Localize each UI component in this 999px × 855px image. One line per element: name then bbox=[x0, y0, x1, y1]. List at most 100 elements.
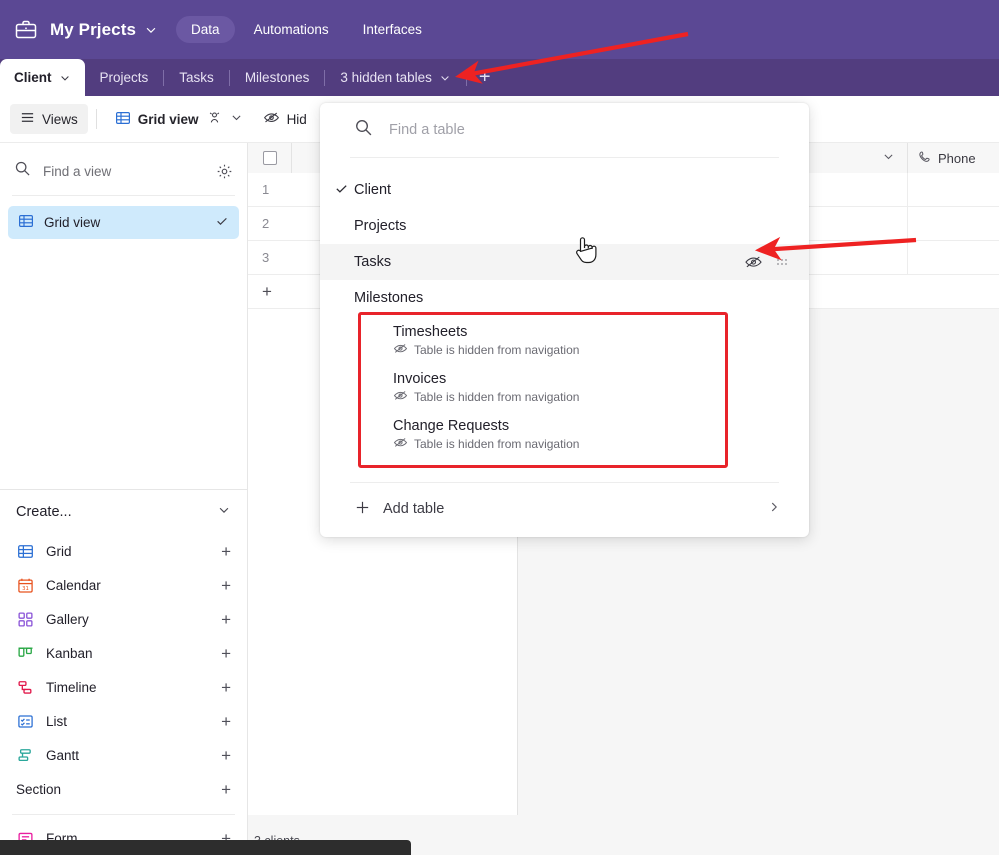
hidden-table-timesheets-note: Table is hidden from navigation bbox=[393, 342, 725, 358]
table-option-client-label: Client bbox=[354, 182, 392, 198]
create-section-header[interactable]: Create... bbox=[0, 490, 247, 534]
tab-interfaces[interactable]: Interfaces bbox=[348, 16, 437, 43]
chevron-down-icon[interactable] bbox=[217, 503, 231, 521]
create-section-item[interactable]: Section + bbox=[0, 772, 247, 806]
eye-off-icon bbox=[393, 342, 408, 358]
create-view-list[interactable]: List + bbox=[0, 704, 247, 738]
hidden-note-text: Table is hidden from navigation bbox=[414, 343, 580, 358]
table-option-tasks-label: Tasks bbox=[354, 254, 392, 270]
chevron-down-icon[interactable] bbox=[59, 72, 71, 84]
chevron-down-icon[interactable] bbox=[439, 72, 451, 84]
create-section-label: Create... bbox=[16, 504, 72, 520]
hidden-table-timesheets-label: Timesheets bbox=[393, 324, 468, 340]
add-grid-view-button[interactable]: + bbox=[221, 543, 231, 560]
grid-cell[interactable] bbox=[908, 207, 999, 241]
hidden-note-text: Table is hidden from navigation bbox=[414, 390, 580, 405]
hidden-tables-tab[interactable]: 3 hidden tables bbox=[325, 59, 466, 96]
add-record-button[interactable]: + bbox=[248, 275, 292, 309]
table-tab-strip: Client Projects Tasks Milestones 3 hidde… bbox=[0, 59, 999, 96]
current-view-label: Grid view bbox=[137, 111, 199, 127]
table-tab-milestones[interactable]: Milestones bbox=[230, 59, 325, 96]
svg-text:31: 31 bbox=[22, 585, 29, 591]
create-view-kanban[interactable]: Kanban + bbox=[0, 636, 247, 670]
add-timeline-view-button[interactable]: + bbox=[221, 679, 231, 696]
table-tab-tasks[interactable]: Tasks bbox=[164, 59, 229, 96]
plus-icon bbox=[354, 499, 371, 520]
hidden-note-text: Table is hidden from navigation bbox=[414, 437, 580, 452]
row-number: 1 bbox=[248, 173, 292, 207]
grid-icon bbox=[115, 110, 131, 129]
table-option-client[interactable]: Client bbox=[320, 172, 809, 208]
more-dots-icon[interactable] bbox=[777, 259, 787, 265]
table-picker-popup: Client Projects Tasks Milestones bbox=[320, 103, 809, 537]
chevron-down-icon[interactable] bbox=[882, 150, 895, 166]
views-button-label: Views bbox=[42, 111, 78, 127]
top-app-bar: My Prjects Data Automations Interfaces bbox=[0, 0, 999, 59]
eye-off-icon bbox=[393, 436, 408, 452]
sidebar-item-grid-view[interactable]: Grid view bbox=[8, 206, 239, 239]
create-view-gantt[interactable]: Gantt + bbox=[0, 738, 247, 772]
create-view-gallery[interactable]: Gallery + bbox=[0, 602, 247, 636]
table-option-milestones[interactable]: Milestones bbox=[320, 280, 809, 316]
table-option-tasks[interactable]: Tasks bbox=[320, 244, 809, 280]
grid-cell[interactable] bbox=[908, 241, 999, 275]
add-table-tab-button[interactable]: + bbox=[467, 59, 503, 96]
add-gallery-view-button[interactable]: + bbox=[221, 611, 231, 628]
bottom-dark-bar bbox=[0, 840, 411, 855]
create-view-grid-label: Grid bbox=[46, 543, 72, 559]
table-option-projects[interactable]: Projects bbox=[320, 208, 809, 244]
grid-column-phone[interactable]: Phone bbox=[908, 143, 999, 173]
add-gantt-view-button[interactable]: + bbox=[221, 747, 231, 764]
add-table-button-label: Add table bbox=[383, 501, 445, 517]
hidden-tables-tab-label: 3 hidden tables bbox=[340, 70, 432, 85]
select-all-checkbox[interactable] bbox=[248, 143, 292, 173]
eye-off-icon bbox=[263, 110, 280, 128]
add-table-button[interactable]: Add table bbox=[320, 483, 809, 535]
eye-off-icon[interactable] bbox=[744, 254, 763, 270]
create-view-kanban-label: Kanban bbox=[46, 645, 93, 661]
create-section-item-label: Section bbox=[16, 781, 62, 797]
chevron-down-icon[interactable] bbox=[144, 23, 158, 37]
hidden-table-invoices[interactable]: Invoices Table is hidden from navigation bbox=[393, 370, 725, 405]
grid-cell[interactable] bbox=[908, 173, 999, 207]
chevron-right-icon[interactable] bbox=[767, 500, 781, 518]
grid-icon bbox=[16, 542, 34, 560]
hide-fields-label: Hid bbox=[286, 111, 307, 127]
toolbar-divider bbox=[95, 109, 97, 129]
search-icon bbox=[14, 160, 31, 182]
page-title: My Prjects bbox=[50, 19, 137, 39]
add-section-button[interactable]: + bbox=[221, 781, 231, 798]
find-view-row bbox=[0, 147, 247, 195]
grid-cell bbox=[908, 275, 999, 309]
table-search-input[interactable] bbox=[387, 121, 777, 139]
phone-icon bbox=[918, 150, 932, 167]
hidden-tables-highlight-box: Timesheets Table is hidden from navigati… bbox=[358, 312, 728, 468]
find-view-input[interactable] bbox=[41, 162, 171, 180]
hidden-table-change-requests-note: Table is hidden from navigation bbox=[393, 436, 725, 452]
hamburger-icon bbox=[20, 110, 35, 128]
hidden-table-timesheets[interactable]: Timesheets Table is hidden from navigati… bbox=[393, 323, 725, 358]
check-icon bbox=[215, 214, 229, 231]
create-view-gallery-label: Gallery bbox=[46, 611, 89, 627]
list-icon bbox=[16, 712, 34, 730]
checkbox-icon bbox=[262, 151, 277, 165]
hidden-table-change-requests[interactable]: Change Requests Table is hidden from nav… bbox=[393, 417, 725, 452]
briefcase-icon bbox=[14, 18, 38, 42]
tab-data[interactable]: Data bbox=[176, 16, 235, 43]
current-view-button[interactable]: Grid view bbox=[105, 104, 253, 134]
chevron-down-icon[interactable] bbox=[230, 111, 243, 127]
hide-fields-button[interactable]: Hid bbox=[253, 104, 317, 134]
gear-icon[interactable] bbox=[216, 163, 233, 180]
tab-automations[interactable]: Automations bbox=[239, 16, 344, 43]
add-list-view-button[interactable]: + bbox=[221, 713, 231, 730]
create-view-timeline[interactable]: Timeline + bbox=[0, 670, 247, 704]
table-tab-projects[interactable]: Projects bbox=[85, 59, 164, 96]
views-button[interactable]: Views bbox=[10, 104, 88, 134]
table-tab-client[interactable]: Client bbox=[0, 59, 85, 96]
add-kanban-view-button[interactable]: + bbox=[221, 645, 231, 662]
create-view-calendar[interactable]: 31 Calendar + bbox=[0, 568, 247, 602]
hidden-table-invoices-label: Invoices bbox=[393, 371, 447, 388]
create-view-grid[interactable]: Grid + bbox=[0, 534, 247, 568]
add-calendar-view-button[interactable]: + bbox=[221, 577, 231, 594]
check-icon bbox=[334, 181, 349, 200]
